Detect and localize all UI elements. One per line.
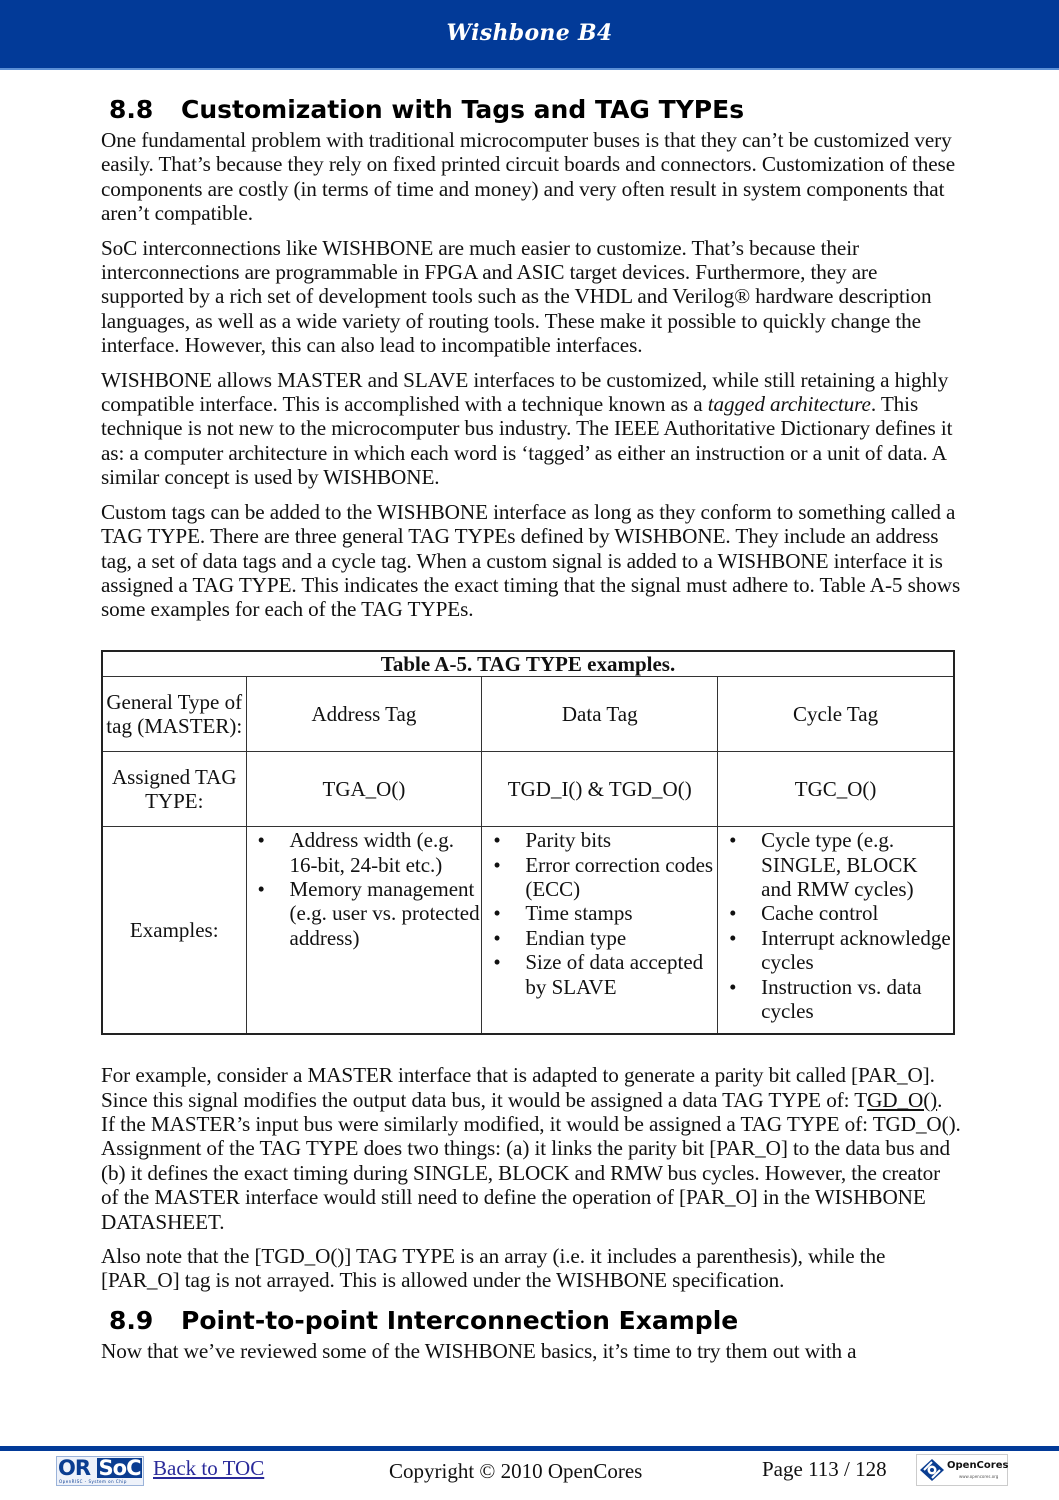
logo-tagline: OpenRISC - System on Chip <box>59 1479 127 1484</box>
row-header: General Type of tag (MASTER): <box>101 676 247 753</box>
row-header: Assigned TAG TYPE: <box>101 751 247 828</box>
table-cell: Parity bits Error correction codes (ECC)… <box>481 826 719 1035</box>
page-footer: OR SoC OpenRISC - System on Chip Back to… <box>0 1451 1059 1500</box>
list-item: Endian type <box>483 926 716 951</box>
table-cell: TGC_O() <box>717 751 955 828</box>
section-heading-8-8: 8.8 Customization with Tags and TAG TYPEs <box>101 92 961 128</box>
logo-text: OpenCores <box>947 1460 1009 1471</box>
row-header: Examples: <box>101 826 247 1035</box>
list-item: Time stamps <box>483 901 716 926</box>
paragraph: Also note that the [TGD_O()] TAG TYPE is… <box>101 1243 886 1293</box>
example-list: Parity bits Error correction codes (ECC)… <box>483 828 716 999</box>
logo-text: OR <box>58 1456 91 1480</box>
underlined-link[interactable]: GD_O() <box>867 1088 937 1112</box>
list-item: Parity bits <box>483 828 716 853</box>
back-to-toc-link[interactable]: Back to TOC <box>153 1456 264 1481</box>
list-item: Address width (e.g. 16-bit, 24-bit etc.) <box>248 828 481 877</box>
example-list: Cycle type (e.g. SINGLE, BLOCK and RMW c… <box>719 828 952 1023</box>
list-item: Error correction codes (ECC) <box>483 853 716 902</box>
example-list: Address width (e.g. 16-bit, 24-bit etc.)… <box>248 828 481 950</box>
emphasis-text: tagged architecture <box>707 392 871 417</box>
page-content: 8.8 Customization with Tags and TAG TYPEs… <box>101 92 961 1373</box>
tag-type-table: Table A-5. TAG TYPE examples. General Ty… <box>101 649 955 1036</box>
paragraph: SoC interconnections like WISHBONE are m… <box>101 235 932 358</box>
section-heading-8-9: 8.9 Point-to-point Interconnection Exampl… <box>101 1303 961 1339</box>
paragraph: For example, consider a MASTER interface… <box>101 1063 961 1234</box>
text-span: For example, consider a MASTER interface… <box>101 1063 935 1112</box>
opencores-logo: OpenCores www.opencores.org <box>916 1454 1008 1486</box>
list-item: Memory management (e.g. user vs. protect… <box>248 877 481 950</box>
list-item: Cycle type (e.g. SINGLE, BLOCK and RMW c… <box>719 828 952 901</box>
table-cell: Cycle type (e.g. SINGLE, BLOCK and RMW c… <box>717 826 955 1035</box>
opencores-icon <box>920 1459 944 1481</box>
list-item: Interrupt acknowledge cycles <box>719 926 952 975</box>
paragraph: One fundamental problem with traditional… <box>101 128 956 226</box>
table-row: Assigned TAG TYPE: TGA_O() TGD_I() & TGD… <box>101 751 955 828</box>
list-item: Size of data accepted by SLAVE <box>483 950 716 999</box>
table-row: Examples: Address width (e.g. 16-bit, 24… <box>101 826 955 1035</box>
table-cell: TGD_I() & TGD_O() <box>481 751 719 828</box>
table-caption: Table A-5. TAG TYPE examples. <box>101 650 955 678</box>
paragraph: WISHBONE allows MASTER and SLAVE interfa… <box>101 368 961 490</box>
logo-text: SoC <box>97 1456 142 1480</box>
section-number: 8.8 <box>109 95 154 124</box>
document-title: Wishbone B4 <box>446 20 613 46</box>
page-number: Page 113 / 128 <box>762 1457 887 1481</box>
orsoc-logo: OR SoC OpenRISC - System on Chip <box>56 1456 144 1486</box>
table-cell: Address width (e.g. 16-bit, 24-bit etc.)… <box>245 826 483 1035</box>
list-item: Instruction vs. data cycles <box>719 975 952 1024</box>
table-cell: Address Tag <box>245 676 483 753</box>
table-cell: Cycle Tag <box>717 676 955 753</box>
table-row: General Type of tag (MASTER): Address Ta… <box>101 676 955 753</box>
section-number: 8.9 <box>109 1305 154 1335</box>
table-cell: Data Tag <box>481 676 719 753</box>
paragraph: Now that we’ve reviewed some of the WISH… <box>101 1338 857 1363</box>
section-title: Point-to-point Interconnection Example <box>181 1305 739 1335</box>
page-header: Wishbone B4 <box>0 0 1059 70</box>
list-item: Cache control <box>719 901 952 926</box>
paragraph: Custom tags can be added to the WISHBONE… <box>101 499 961 622</box>
table-cell: TGA_O() <box>245 751 483 828</box>
logo-url: www.opencores.org <box>959 1474 999 1479</box>
copyright-text: Copyright © 2010 OpenCores <box>389 1459 643 1483</box>
section-title: Customization with Tags and TAG TYPEs <box>181 95 745 124</box>
